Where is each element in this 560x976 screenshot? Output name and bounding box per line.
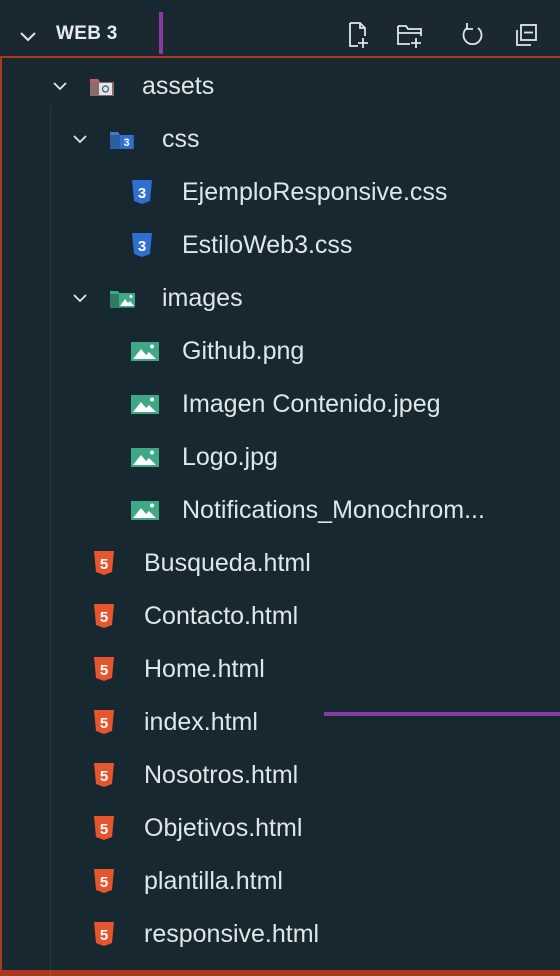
svg-text:5: 5 xyxy=(100,662,108,679)
svg-text:3: 3 xyxy=(138,185,146,202)
tree-item-label: Home.html xyxy=(144,655,265,683)
tree-file-html[interactable]: 5 Objetivos.html xyxy=(2,802,560,854)
svg-text:5: 5 xyxy=(100,821,108,838)
tree-item-label: Github.png xyxy=(182,337,305,365)
tree-item-label: EjemploResponsive.css xyxy=(182,178,448,206)
svg-text:5: 5 xyxy=(100,768,108,785)
tree-file-html[interactable]: 5 index.html xyxy=(2,696,560,748)
file-tree: assets 3 css 3 EjemploResponsive.css 3 E… xyxy=(0,58,560,976)
html-file-icon: 5 xyxy=(92,656,118,682)
tree-item-label: index.html xyxy=(144,708,258,736)
svg-text:3: 3 xyxy=(123,137,129,149)
svg-text:5: 5 xyxy=(100,609,108,626)
folder-images-icon xyxy=(108,285,135,311)
explorer-panel: WEB 3 assets 3 css 3 EjemploResponsive.c… xyxy=(0,0,560,976)
tree-file-image[interactable]: Github.png xyxy=(2,325,560,377)
tree-file-html[interactable]: 5 plantilla.html xyxy=(2,855,560,907)
html-file-icon: 5 xyxy=(92,550,118,576)
image-file-icon xyxy=(130,391,159,417)
tree-file-html[interactable]: 5 Nosotros.html xyxy=(2,749,560,801)
folder-assets-icon xyxy=(88,73,114,99)
tree-file-html[interactable]: 5 responsive.html xyxy=(2,908,560,960)
tree-item-label: assets xyxy=(142,72,215,100)
html-file-icon: 5 xyxy=(92,868,118,894)
tree-item-label: css xyxy=(162,125,200,153)
tree-file-html[interactable]: 5 Busqueda.html xyxy=(2,537,560,589)
tree-item-label: EstiloWeb3.css xyxy=(182,231,353,259)
chevron-down-icon[interactable] xyxy=(68,286,92,310)
tree-folder-css[interactable]: 3 css xyxy=(2,113,560,165)
html-file-icon: 5 xyxy=(92,762,118,788)
tree-item-label: Contacto.html xyxy=(144,602,299,630)
image-file-icon xyxy=(130,497,159,523)
tree-file-image[interactable]: Notifications_Monochrom... xyxy=(2,484,560,536)
workspace-title: WEB 3 xyxy=(56,23,118,44)
tree-item-label: Nosotros.html xyxy=(144,761,299,789)
tree-item-label: plantilla.html xyxy=(144,867,283,895)
html-file-icon: 5 xyxy=(92,921,118,947)
collapse-all-icon[interactable] xyxy=(508,16,544,54)
tree-item-label: Logo.jpg xyxy=(182,443,278,471)
tree-item-label: responsive.html xyxy=(144,920,320,948)
tree-item-label: Objetivos.html xyxy=(144,814,303,842)
tree-folder-assets[interactable]: assets xyxy=(2,60,560,112)
tree-file-css[interactable]: 3 EstiloWeb3.css xyxy=(2,219,560,271)
header-accent-bar xyxy=(159,12,163,54)
image-file-icon xyxy=(130,338,159,364)
chevron-down-icon[interactable] xyxy=(48,74,72,98)
tree-file-html[interactable]: 5 Contacto.html xyxy=(2,590,560,642)
explorer-header[interactable]: WEB 3 xyxy=(0,12,560,58)
tree-file-image[interactable]: Logo.jpg xyxy=(2,431,560,483)
chevron-down-icon[interactable] xyxy=(14,22,42,50)
chevron-down-icon[interactable] xyxy=(68,127,92,151)
svg-text:5: 5 xyxy=(100,715,108,732)
tree-item-label: Busqueda.html xyxy=(144,549,311,577)
refresh-icon[interactable] xyxy=(454,16,490,54)
new-folder-icon[interactable] xyxy=(392,16,428,54)
annotation-line xyxy=(324,712,560,716)
new-file-icon[interactable] xyxy=(340,16,376,54)
svg-text:5: 5 xyxy=(100,556,108,573)
image-file-icon xyxy=(130,444,159,470)
tree-file-image[interactable]: Imagen Contenido.jpeg xyxy=(2,378,560,430)
html-file-icon: 5 xyxy=(92,815,118,841)
css-file-icon: 3 xyxy=(130,232,156,258)
html-file-icon: 5 xyxy=(92,603,118,629)
svg-text:5: 5 xyxy=(100,874,108,891)
tree-file-html[interactable]: 5 Home.html xyxy=(2,643,560,695)
svg-text:5: 5 xyxy=(100,927,108,944)
html-file-icon: 5 xyxy=(92,709,118,735)
tree-item-label: Imagen Contenido.jpeg xyxy=(182,390,441,418)
folder-css-icon: 3 xyxy=(108,126,134,152)
tree-item-label: images xyxy=(162,284,243,312)
tree-folder-images[interactable]: images xyxy=(2,272,560,324)
svg-text:3: 3 xyxy=(138,238,146,255)
tree-item-label: Notifications_Monochrom... xyxy=(182,496,485,524)
css-file-icon: 3 xyxy=(130,179,156,205)
tree-file-css[interactable]: 3 EjemploResponsive.css xyxy=(2,166,560,218)
